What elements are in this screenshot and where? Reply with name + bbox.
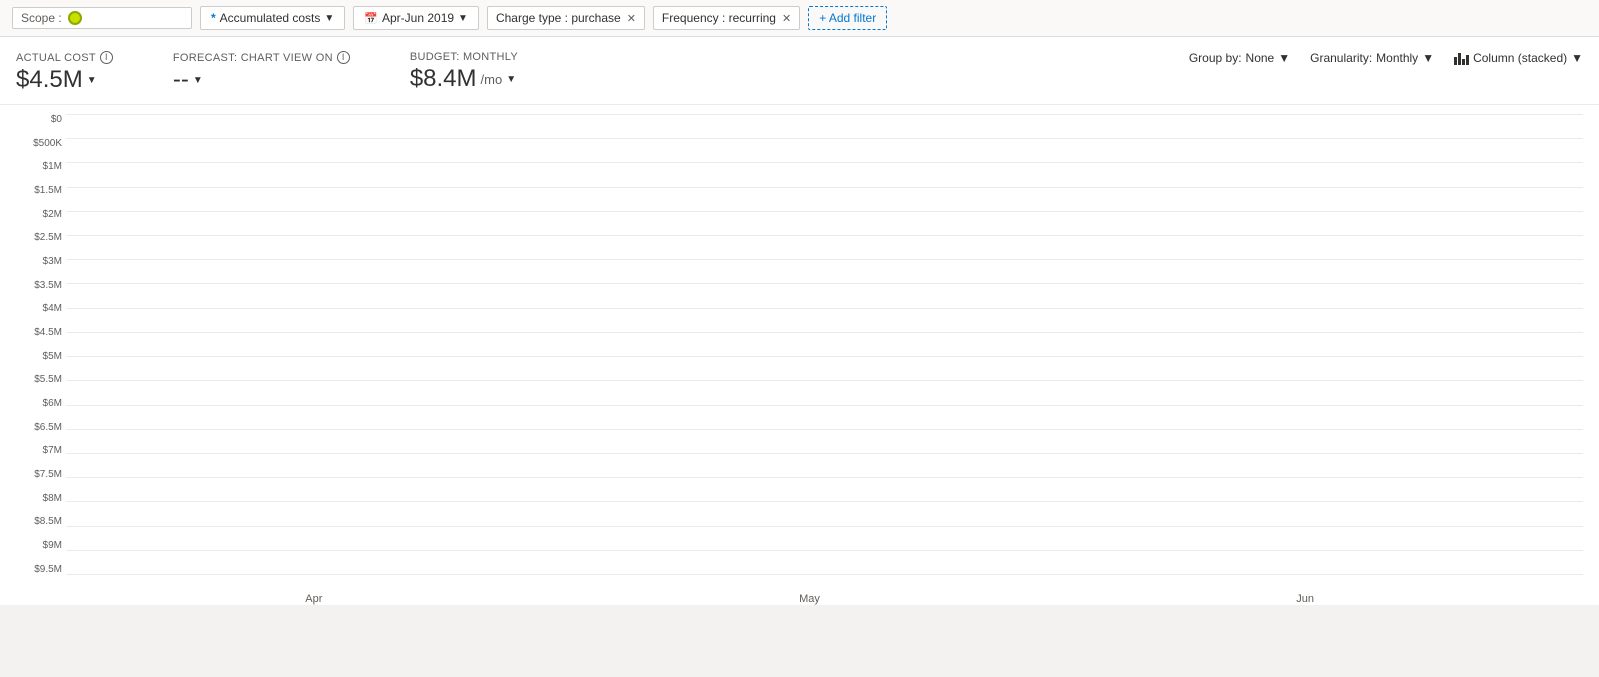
bars-area (66, 115, 1583, 575)
add-filter-label: + Add filter (819, 11, 876, 25)
frequency-close-icon[interactable]: ✕ (782, 12, 791, 25)
chart-type-value: Column (stacked) (1473, 51, 1567, 65)
y-axis-label: $500K (16, 139, 62, 149)
budget-value[interactable]: $8.4M /mo ▼ (410, 65, 518, 93)
toolbar: Scope : * Accumulated costs ▼ 📅 Apr-Jun … (0, 0, 1599, 37)
actual-cost-metric: ACTUAL COST i $4.5M ▼ (16, 51, 113, 94)
granularity-value: Monthly (1376, 51, 1418, 65)
y-axis-label: $9.5M (16, 565, 62, 575)
group-by-value: None (1246, 51, 1275, 65)
x-axis: AprMayJun (16, 575, 1583, 605)
group-by-label: Group by: (1189, 51, 1242, 65)
chart-area: $9.5M $9M $8.5M $8M $7.5M $7M $6.5M $6M $5.5M $5M… (0, 105, 1599, 605)
y-axis-label: $7.5M (16, 470, 62, 480)
scope-text: Scope : (21, 11, 62, 25)
y-axis-label: $6M (16, 399, 62, 409)
calendar-icon: 📅 (364, 12, 378, 25)
chart-plot (66, 115, 1583, 575)
y-axis-label: $5M (16, 352, 62, 362)
y-axis-label: $7M (16, 446, 62, 456)
chevron-down-icon-date: ▼ (458, 13, 468, 24)
frequency-chip[interactable]: Frequency : recurring ✕ (653, 6, 800, 30)
y-axis-label: $5.5M (16, 375, 62, 385)
chart-container: $9.5M $9M $8.5M $8M $7.5M $7M $6.5M $6M $5.5M $5M… (16, 115, 1583, 605)
forecast-label: FORECAST: CHART VIEW ON i (173, 51, 350, 64)
accumulated-costs-label: Accumulated costs (220, 11, 321, 25)
x-axis-label: Jun (1057, 593, 1553, 605)
chart-type-chevron-icon: ▼ (1571, 51, 1583, 65)
actual-cost-chevron-icon: ▼ (87, 75, 97, 86)
accumulated-costs-button[interactable]: * Accumulated costs ▼ (200, 6, 345, 30)
scope-selector[interactable]: Scope : (12, 7, 192, 29)
budget-label: BUDGET: MONTHLY (410, 51, 518, 63)
frequency-label: Frequency : recurring (662, 11, 776, 25)
y-axis-label: $4M (16, 304, 62, 314)
y-axis-label: $6.5M (16, 423, 62, 433)
y-axis-label: $8M (16, 494, 62, 504)
date-range-button[interactable]: 📅 Apr-Jun 2019 ▼ (353, 6, 479, 30)
chevron-down-icon: ▼ (324, 13, 334, 24)
chart-type-control[interactable]: Column (stacked) ▼ (1454, 51, 1583, 65)
budget-unit: /mo (481, 72, 503, 87)
y-axis-label: $2M (16, 210, 62, 220)
group-by-chevron-icon: ▼ (1278, 51, 1290, 65)
forecast-value[interactable]: -- ▼ (173, 66, 350, 94)
y-axis: $9.5M $9M $8.5M $8M $7.5M $7M $6.5M $6M $5.5M $5M… (16, 115, 66, 575)
actual-cost-info-icon[interactable]: i (100, 51, 113, 64)
metrics-row: ACTUAL COST i $4.5M ▼ FORECAST: CHART VI… (0, 37, 1599, 105)
actual-cost-label: ACTUAL COST i (16, 51, 113, 64)
granularity-control[interactable]: Granularity: Monthly ▼ (1310, 51, 1434, 65)
y-axis-label: $9M (16, 541, 62, 551)
y-axis-label: $8.5M (16, 517, 62, 527)
y-axis-label: $0 (16, 115, 62, 125)
y-axis-label: $3M (16, 257, 62, 267)
stacked-chart-icon (1454, 51, 1469, 65)
forecast-metric: FORECAST: CHART VIEW ON i -- ▼ (173, 51, 350, 94)
group-by-control[interactable]: Group by: None ▼ (1189, 51, 1290, 65)
x-axis-label: Apr (66, 593, 562, 605)
y-axis-label: $2.5M (16, 233, 62, 243)
x-axis-label: May (562, 593, 1058, 605)
budget-metric: BUDGET: MONTHLY $8.4M /mo ▼ (410, 51, 518, 93)
actual-cost-value[interactable]: $4.5M ▼ (16, 66, 113, 94)
scope-dot-icon (68, 11, 82, 25)
granularity-chevron-icon: ▼ (1422, 51, 1434, 65)
granularity-label: Granularity: (1310, 51, 1372, 65)
charge-type-label: Charge type : purchase (496, 11, 621, 25)
add-filter-button[interactable]: + Add filter (808, 6, 887, 30)
date-range-label: Apr-Jun 2019 (382, 11, 454, 25)
y-axis-label: $3.5M (16, 281, 62, 291)
chart-controls: Group by: None ▼ Granularity: Monthly ▼ … (1189, 51, 1583, 65)
charge-type-close-icon[interactable]: ✕ (627, 12, 636, 25)
forecast-chevron-icon: ▼ (193, 75, 203, 86)
y-axis-label: $4.5M (16, 328, 62, 338)
budget-chevron-icon: ▼ (506, 74, 516, 85)
charge-type-chip[interactable]: Charge type : purchase ✕ (487, 6, 645, 30)
y-axis-label: $1.5M (16, 186, 62, 196)
y-axis-label: $1M (16, 162, 62, 172)
forecast-info-icon[interactable]: i (337, 51, 350, 64)
